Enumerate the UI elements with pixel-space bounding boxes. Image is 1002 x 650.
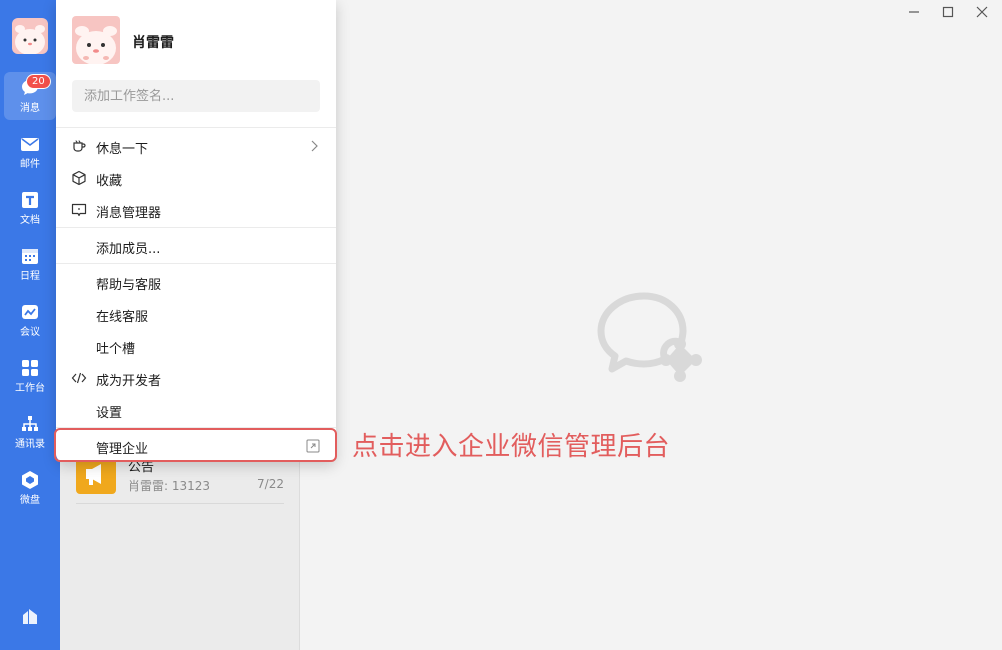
menu-item-become-developer[interactable]: 成为开发者	[56, 362, 336, 394]
menu-item-label: 设置	[96, 406, 123, 421]
divider	[56, 227, 336, 228]
contacts-icon	[22, 416, 38, 431]
workbench-icon	[22, 360, 38, 376]
divider	[56, 263, 336, 264]
mail-icon	[21, 138, 39, 151]
main-panel	[301, 0, 1002, 650]
close-icon[interactable]	[972, 4, 992, 20]
nav-label-calendar: 日程	[20, 271, 40, 282]
cube-icon	[72, 170, 86, 186]
app-store-icon	[23, 609, 37, 624]
menu-item-label: 收藏	[96, 174, 123, 189]
more-apps-button[interactable]	[4, 600, 56, 648]
nav-label-mail: 邮件	[20, 159, 40, 170]
nav-item-drive[interactable]: 微盘	[4, 464, 56, 512]
nav-item-meeting[interactable]: 会议	[4, 296, 56, 344]
minimize-icon[interactable]	[904, 4, 924, 20]
menu-item-take-a-break[interactable]: 休息一下	[56, 130, 336, 162]
nav-label-drive: 微盘	[20, 495, 40, 506]
nav-label-meeting: 会议	[20, 327, 40, 338]
nav-label-docs: 文档	[20, 215, 40, 226]
nav-label-contacts: 通讯录	[15, 439, 45, 450]
menu-item-message-manager[interactable]: 消息管理器	[56, 194, 336, 226]
unread-badge: 20	[26, 74, 51, 89]
nav-item-contacts[interactable]: 通讯录	[4, 408, 56, 456]
user-avatar[interactable]	[12, 18, 48, 54]
nav-item-mail[interactable]: 邮件	[4, 128, 56, 176]
calendar-icon	[22, 249, 38, 264]
menu-item-settings[interactable]: 设置	[56, 394, 336, 426]
conversation-date: 7/22	[257, 477, 284, 491]
signature-input[interactable]	[72, 80, 320, 112]
menu-item-label: 成为开发者	[96, 374, 162, 389]
menu-item-online-support[interactable]: 在线客服	[56, 298, 336, 330]
menu-item-label: 消息管理器	[96, 206, 162, 221]
nav-label-workbench: 工作台	[15, 383, 45, 394]
menu-item-label: 帮助与客服	[96, 278, 162, 293]
chevron-right-icon	[311, 140, 318, 152]
nav-rail: 20 消息 邮件 文档 日程 会议 工作台 通讯录 微盘	[0, 0, 60, 650]
profile-menu: 肖雷雷 休息一下 收藏 消息管理器 添加成员... 帮助与客服 在线客服 吐个槽…	[56, 0, 336, 462]
meeting-icon	[22, 305, 38, 319]
nav-label-messages: 消息	[20, 103, 40, 114]
menu-item-label: 添加成员...	[96, 242, 161, 257]
menu-item-label: 休息一下	[96, 142, 149, 157]
cup-icon	[73, 140, 86, 152]
menu-item-add-member[interactable]: 添加成员...	[56, 230, 336, 262]
conversation-preview: 肖雷雷: 13123	[128, 479, 211, 493]
divider	[56, 127, 336, 128]
menu-item-help[interactable]: 帮助与客服	[56, 266, 336, 298]
menu-item-label: 在线客服	[96, 310, 149, 325]
nav-item-docs[interactable]: 文档	[4, 184, 56, 232]
message-manager-icon	[71, 203, 87, 217]
cloud-drive-icon	[22, 471, 38, 489]
menu-item-label: 吐个槽	[96, 342, 136, 357]
highlight-frame	[54, 428, 337, 462]
code-icon	[71, 372, 87, 384]
nav-item-workbench[interactable]: 工作台	[4, 352, 56, 400]
maximize-icon[interactable]	[938, 4, 958, 20]
nav-item-messages[interactable]: 20 消息	[4, 72, 56, 120]
profile-avatar[interactable]	[72, 16, 120, 64]
document-icon	[22, 192, 38, 208]
wecom-logo-icon	[597, 292, 702, 382]
menu-item-favorites[interactable]: 收藏	[56, 162, 336, 194]
profile-name: 肖雷雷	[132, 35, 174, 51]
annotation-text: 点击进入企业微信管理后台	[352, 432, 671, 462]
nav-item-calendar[interactable]: 日程	[4, 240, 56, 288]
menu-item-feedback[interactable]: 吐个槽	[56, 330, 336, 362]
